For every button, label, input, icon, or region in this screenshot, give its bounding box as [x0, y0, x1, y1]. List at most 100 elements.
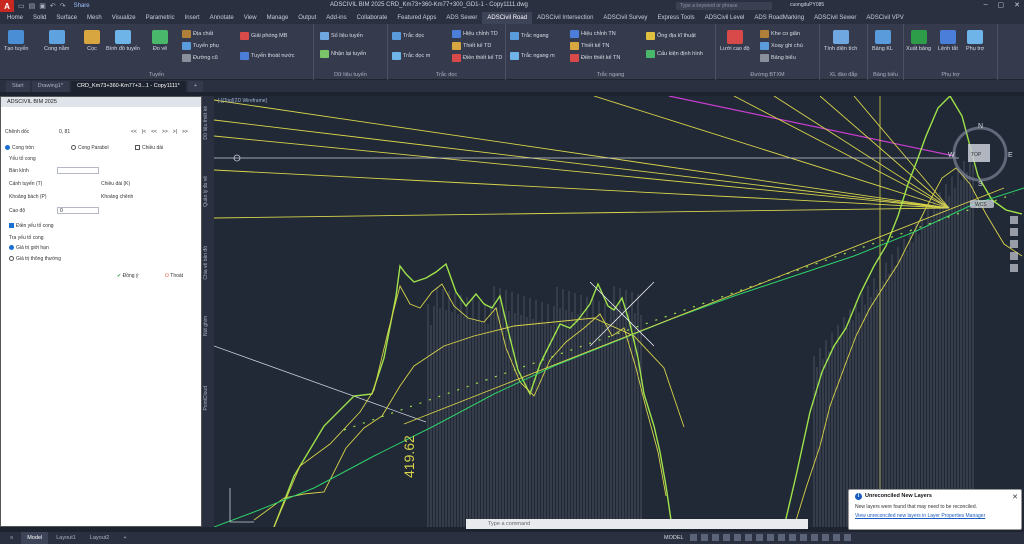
notification-link[interactable]: View unreconciled new layers in Layer Pr… — [855, 513, 1015, 519]
menu-tab-home[interactable]: Home — [2, 12, 28, 24]
units-icon[interactable] — [811, 534, 818, 541]
dien-yeu-to-checkbox[interactable]: Điền yếu tố cong — [9, 223, 54, 229]
menu-tab-collaborate[interactable]: Collaborate — [352, 12, 393, 24]
menu-tab-solid[interactable]: Solid — [28, 12, 51, 24]
selection-icon[interactable] — [778, 534, 785, 541]
cong-nam-button[interactable]: Cong nằm — [44, 30, 69, 52]
luoi-cao-do-button[interactable]: Lưới cao độ — [720, 30, 750, 52]
file-tab[interactable]: Drawing1* — [31, 80, 69, 92]
osnap-icon[interactable] — [734, 534, 741, 541]
wcs-label[interactable]: WCS — [975, 202, 987, 208]
tab-model[interactable]: Model — [21, 532, 49, 544]
dien-thiet-ke-td-button[interactable]: Điền thiết kế TD — [452, 54, 502, 62]
undo-icon[interactable]: ↶ — [50, 2, 56, 10]
nav-next-button[interactable]: >> — [162, 129, 168, 135]
nav-last-button[interactable]: >> — [182, 129, 188, 135]
menu-tab-parametric[interactable]: Parametric — [141, 12, 180, 24]
dia-chat-button[interactable]: Địa chất — [182, 30, 213, 38]
tuyen-thoat-nuoc-button[interactable]: Tuyến thoát nước — [240, 52, 294, 60]
new-tab-icon[interactable]: + — [187, 80, 203, 92]
side-tab[interactable]: Chia vẽ bản đồ — [203, 246, 213, 280]
close-icon[interactable]: ✕ — [1012, 493, 1018, 501]
option-chieu-dai[interactable]: Chiều dài — [135, 145, 163, 151]
trac-ngang-button[interactable]: Trắc ngang — [510, 32, 549, 40]
tab-layout2[interactable]: Layout2 — [84, 532, 116, 544]
dien-thiet-ke-tn-button[interactable]: Điền thiết kế TN — [570, 54, 620, 62]
menu-tab-adscivil-road[interactable]: ADSCivil Road — [482, 12, 533, 24]
view-cube[interactable]: TOP N W E S WCS — [948, 123, 1013, 208]
tao-tuyen-button[interactable]: Tạo tuyến — [4, 30, 28, 52]
thiet-ke-tn-button[interactable]: Thiết kế TN — [570, 42, 609, 50]
bang-bieu-btxm-button[interactable]: Bảng biểu — [760, 54, 796, 62]
tinh-dien-tich-button[interactable]: Tính diện tích — [824, 30, 857, 52]
phu-tro-button[interactable]: Phụ trợ — [966, 30, 984, 52]
menu-tab-adscivil-survey[interactable]: ADSCivil Survey — [598, 12, 652, 24]
app-menu-button[interactable]: A — [0, 0, 14, 12]
polar-icon[interactable] — [723, 534, 730, 541]
thoat-button[interactable]: ⏻ Thoát — [165, 273, 183, 279]
nav-end-button[interactable]: >| — [173, 129, 177, 135]
nav-prev-button[interactable]: << — [151, 129, 157, 135]
user-account[interactable]: cuongduPY085 — [790, 2, 824, 8]
side-tab[interactable]: Dữ liệu thiết kế — [203, 106, 213, 140]
menu-tab-annotate[interactable]: Annotate — [205, 12, 239, 24]
dong-y-button[interactable]: ✔ Đồng ý — [117, 273, 138, 279]
minimize-button[interactable]: – — [984, 1, 988, 9]
hieu-chinh-td-button[interactable]: Hiệu chỉnh TD — [452, 30, 498, 38]
transparency-icon[interactable] — [767, 534, 774, 541]
nav-start-button[interactable]: |< — [142, 129, 146, 135]
redo-icon[interactable]: ↷ — [60, 2, 66, 10]
side-tab[interactable]: PointCloud — [203, 386, 213, 410]
annotation-icon[interactable] — [789, 534, 796, 541]
otrack-icon[interactable] — [745, 534, 752, 541]
so-lieu-tuyen-button[interactable]: Số liệu tuyến — [320, 32, 363, 40]
file-tab[interactable]: Start — [6, 80, 30, 92]
bang-kl-button[interactable]: Bảng KL — [872, 30, 893, 52]
file-tab[interactable]: CRD_Km73+360-Km77+3...1 - Copy1111* — [71, 80, 186, 92]
xuat-bang-button[interactable]: Xuất bảng — [906, 30, 931, 52]
menu-tab-adscivil-vpv[interactable]: ADSCivil VPV — [861, 12, 908, 24]
menu-tab-express-tools[interactable]: Express Tools — [652, 12, 699, 24]
trac-doc-m-button[interactable]: Trắc dọc m — [392, 52, 430, 60]
lineweight-icon[interactable] — [756, 534, 763, 541]
menu-tab-view[interactable]: View — [239, 12, 262, 24]
fullscreen-icon[interactable] — [833, 534, 840, 541]
trac-ngang-m-button[interactable]: Trắc ngang m — [510, 52, 555, 60]
menu-tab-mesh[interactable]: Mesh — [82, 12, 107, 24]
option-cong-tron[interactable]: Cong tròn — [5, 145, 34, 151]
menu-tab-insert[interactable]: Insert — [180, 12, 205, 24]
menu-tab-manage[interactable]: Manage — [262, 12, 294, 24]
cao-do-input[interactable]: 0 — [57, 207, 99, 214]
menu-tab-surface[interactable]: Surface — [51, 12, 82, 24]
new-icon[interactable]: ▭ — [18, 2, 25, 10]
search-input[interactable]: Type a keyword or phrase — [676, 2, 772, 10]
open-icon[interactable]: ▤ — [29, 2, 36, 10]
command-line[interactable]: Type a command — [466, 519, 808, 529]
duong-cu-button[interactable]: Đường cũ — [182, 54, 218, 62]
menu-tab-featured-apps[interactable]: Featured Apps — [392, 12, 441, 24]
lenh-tat-button[interactable]: Lệnh tắt — [938, 30, 958, 52]
menu-tab-adscivil-intersection[interactable]: ADSCivil Intersection — [532, 12, 598, 24]
nhan-lai-tuyen-button[interactable]: Nhận lại tuyến — [320, 50, 366, 58]
menu-tab-output[interactable]: Output — [293, 12, 321, 24]
maximize-button[interactable]: ▢ — [998, 1, 1005, 9]
add-layout-icon[interactable]: + — [117, 532, 132, 544]
isolate-icon[interactable] — [822, 534, 829, 541]
snap-icon[interactable] — [701, 534, 708, 541]
menu-tab-ads-sewer[interactable]: ADS Sewer — [441, 12, 482, 24]
menu-tab-add-ins[interactable]: Add-ins — [321, 12, 351, 24]
ban-kinh-input[interactable] — [57, 167, 99, 174]
menu-tab-ads-roadmarking[interactable]: ADS RoadMarking — [749, 12, 809, 24]
option-gia-tri-gioi-han[interactable]: Giá trị giới hạn — [9, 245, 49, 251]
nav-first-button[interactable]: << — [131, 129, 137, 135]
share-button[interactable]: Share — [74, 3, 90, 9]
trac-doc-button[interactable]: Trắc dọc — [392, 32, 424, 40]
grid-icon[interactable] — [690, 534, 697, 541]
tuyen-phu-button[interactable]: Tuyến phụ — [182, 42, 219, 50]
model-space-indicator[interactable]: MODEL — [664, 532, 684, 544]
tab-layout1[interactable]: Layout1 — [50, 532, 82, 544]
workspace-icon[interactable] — [800, 534, 807, 541]
khe-co-gian-button[interactable]: Khe co giãn — [760, 30, 800, 38]
ortho-icon[interactable] — [712, 534, 719, 541]
ong-dia-ki-thuat-button[interactable]: Ống địa kĩ thuật — [646, 32, 696, 40]
